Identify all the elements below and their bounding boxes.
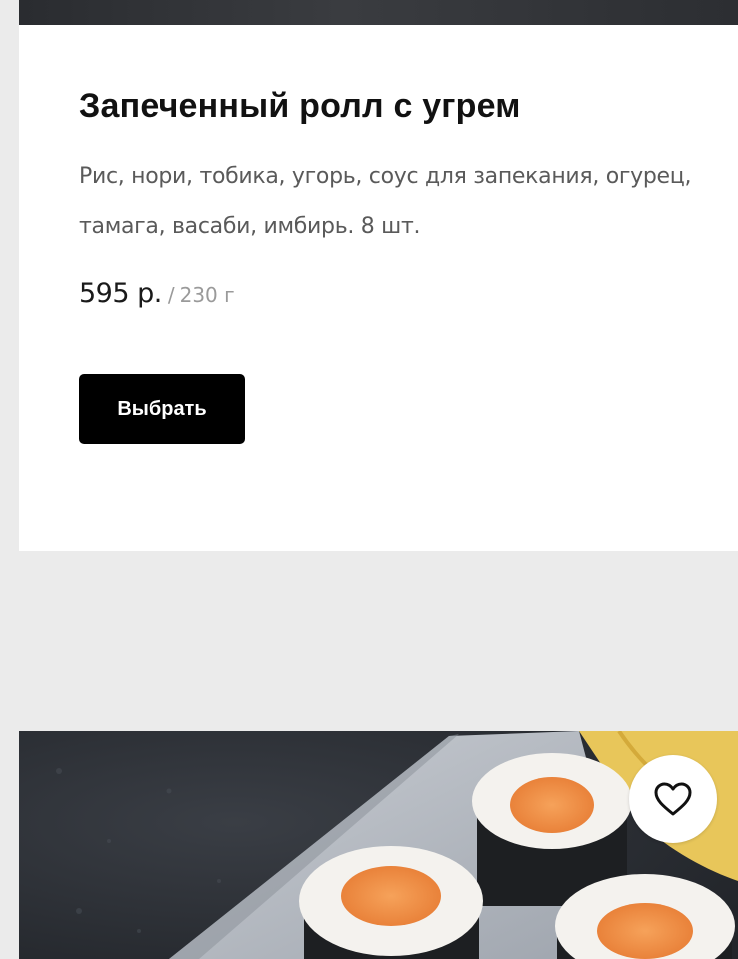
favorite-button[interactable]	[629, 755, 717, 843]
product-weight: 230 г	[179, 283, 235, 307]
product-price: 595 р.	[79, 278, 162, 309]
product-title: Запеченный ролл с угрем	[79, 87, 521, 125]
price-row: 595 р. / 230 г	[79, 278, 235, 318]
product-image[interactable]	[19, 0, 738, 25]
heart-outline-icon	[654, 782, 692, 816]
product-card: Запеченный ролл с угрем Рис, нори, тобик…	[19, 0, 738, 551]
product-description: Рис, нори, тобика, угорь, соус для запек…	[79, 164, 692, 239]
select-button[interactable]: Выбрать	[79, 374, 245, 444]
sushi-rolls-photo[interactable]	[19, 731, 738, 959]
product-card-next	[19, 731, 738, 959]
weight-separator: /	[167, 283, 175, 307]
